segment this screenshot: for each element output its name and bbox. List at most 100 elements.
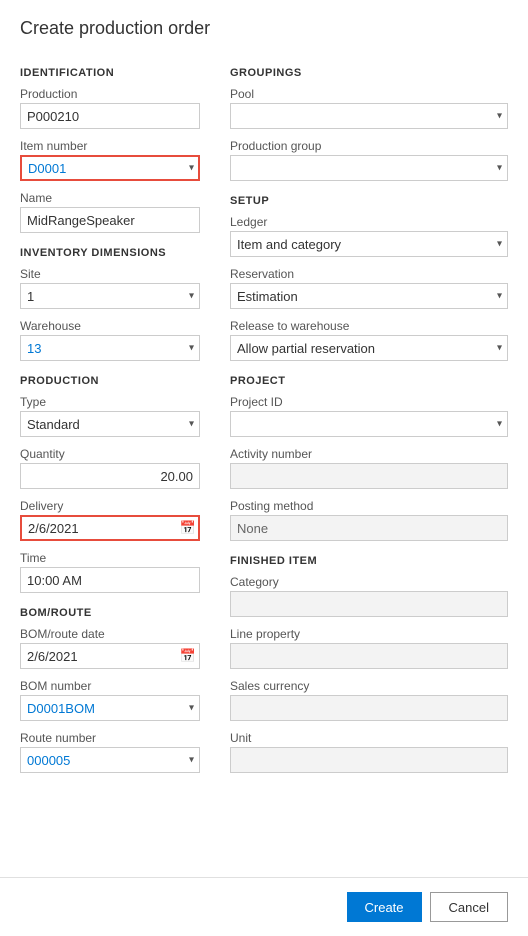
warehouse-select[interactable]: 13 bbox=[20, 335, 200, 361]
reservation-select-wrapper: Estimation ▾ bbox=[230, 283, 508, 309]
type-field: Type Standard ▾ bbox=[20, 395, 200, 437]
activity-number-field: Activity number bbox=[230, 447, 508, 489]
pool-field: Pool ▾ bbox=[230, 87, 508, 129]
release-to-warehouse-select[interactable]: Allow partial reservation bbox=[230, 335, 508, 361]
ledger-select-wrapper: Item and category ▾ bbox=[230, 231, 508, 257]
dialog-footer: Create Cancel bbox=[0, 877, 528, 936]
route-number-label: Route number bbox=[20, 731, 200, 745]
pool-select-wrapper: ▾ bbox=[230, 103, 508, 129]
production-field: Production bbox=[20, 87, 200, 129]
release-to-warehouse-label: Release to warehouse bbox=[230, 319, 508, 333]
site-select[interactable]: 1 bbox=[20, 283, 200, 309]
bom-number-select-wrapper: D0001BOM ▾ bbox=[20, 695, 200, 721]
reservation-label: Reservation bbox=[230, 267, 508, 281]
production-group-select[interactable] bbox=[230, 155, 508, 181]
category-input bbox=[230, 591, 508, 617]
identification-header: IDENTIFICATION bbox=[20, 67, 200, 79]
time-label: Time bbox=[20, 551, 200, 565]
name-label: Name bbox=[20, 191, 200, 205]
type-label: Type bbox=[20, 395, 200, 409]
sales-currency-field: Sales currency bbox=[230, 679, 508, 721]
unit-field: Unit bbox=[230, 731, 508, 773]
route-number-select-wrapper: 000005 ▾ bbox=[20, 747, 200, 773]
time-field: Time bbox=[20, 551, 200, 593]
site-select-wrapper: 1 ▾ bbox=[20, 283, 200, 309]
bom-route-date-label: BOM/route date bbox=[20, 627, 200, 641]
quantity-label: Quantity bbox=[20, 447, 200, 461]
release-to-warehouse-select-wrapper: Allow partial reservation ▾ bbox=[230, 335, 508, 361]
release-to-warehouse-field: Release to warehouse Allow partial reser… bbox=[230, 319, 508, 361]
item-number-select[interactable]: D0001 bbox=[20, 155, 200, 181]
warehouse-field: Warehouse 13 ▾ bbox=[20, 319, 200, 361]
setup-header: SETUP bbox=[230, 195, 508, 207]
bom-route-date-input[interactable] bbox=[20, 643, 200, 669]
posting-method-label: Posting method bbox=[230, 499, 508, 513]
reservation-select[interactable]: Estimation bbox=[230, 283, 508, 309]
quantity-field: Quantity bbox=[20, 447, 200, 489]
project-id-select[interactable] bbox=[230, 411, 508, 437]
create-button[interactable]: Create bbox=[347, 892, 422, 922]
ledger-select[interactable]: Item and category bbox=[230, 231, 508, 257]
site-field: Site 1 ▾ bbox=[20, 267, 200, 309]
left-column: IDENTIFICATION Production Item number D0… bbox=[20, 57, 220, 783]
bom-number-label: BOM number bbox=[20, 679, 200, 693]
delivery-input-wrapper: 📅 bbox=[20, 515, 200, 541]
item-number-select-wrapper: D0001 ▾ bbox=[20, 155, 200, 181]
page-title: Create production order bbox=[20, 18, 508, 39]
production-input[interactable] bbox=[20, 103, 200, 129]
unit-label: Unit bbox=[230, 731, 508, 745]
activity-number-label: Activity number bbox=[230, 447, 508, 461]
production-group-field: Production group ▾ bbox=[230, 139, 508, 181]
project-id-field: Project ID ▾ bbox=[230, 395, 508, 437]
line-property-label: Line property bbox=[230, 627, 508, 641]
time-input[interactable] bbox=[20, 567, 200, 593]
type-select[interactable]: Standard bbox=[20, 411, 200, 437]
sales-currency-input bbox=[230, 695, 508, 721]
bom-route-header: BOM/ROUTE bbox=[20, 607, 200, 619]
right-column: GROUPINGS Pool ▾ Production group ▾ bbox=[220, 57, 508, 783]
delivery-field: Delivery 📅 bbox=[20, 499, 200, 541]
production-header: PRODUCTION bbox=[20, 375, 200, 387]
form-body: IDENTIFICATION Production Item number D0… bbox=[20, 57, 508, 783]
quantity-input[interactable] bbox=[20, 463, 200, 489]
project-header: PROJECT bbox=[230, 375, 508, 387]
name-input[interactable] bbox=[20, 207, 200, 233]
line-property-field: Line property bbox=[230, 627, 508, 669]
groupings-header: GROUPINGS bbox=[230, 67, 508, 79]
ledger-field: Ledger Item and category ▾ bbox=[230, 215, 508, 257]
delivery-input[interactable] bbox=[20, 515, 200, 541]
finished-item-header: FINISHED ITEM bbox=[230, 555, 508, 567]
posting-method-input bbox=[230, 515, 508, 541]
sales-currency-label: Sales currency bbox=[230, 679, 508, 693]
warehouse-select-wrapper: 13 ▾ bbox=[20, 335, 200, 361]
create-production-order-dialog: Create production order IDENTIFICATION P… bbox=[0, 0, 528, 863]
name-field: Name bbox=[20, 191, 200, 233]
production-group-label: Production group bbox=[230, 139, 508, 153]
bom-route-date-calendar-icon[interactable]: 📅 bbox=[180, 648, 196, 664]
project-id-label: Project ID bbox=[230, 395, 508, 409]
pool-label: Pool bbox=[230, 87, 508, 101]
bom-route-date-field: BOM/route date 📅 bbox=[20, 627, 200, 669]
route-number-select[interactable]: 000005 bbox=[20, 747, 200, 773]
unit-input bbox=[230, 747, 508, 773]
bom-number-select[interactable]: D0001BOM bbox=[20, 695, 200, 721]
inventory-dimensions-header: INVENTORY DIMENSIONS bbox=[20, 247, 200, 259]
warehouse-label: Warehouse bbox=[20, 319, 200, 333]
project-id-select-wrapper: ▾ bbox=[230, 411, 508, 437]
category-label: Category bbox=[230, 575, 508, 589]
pool-select[interactable] bbox=[230, 103, 508, 129]
posting-method-field: Posting method bbox=[230, 499, 508, 541]
site-label: Site bbox=[20, 267, 200, 281]
line-property-input bbox=[230, 643, 508, 669]
type-select-wrapper: Standard ▾ bbox=[20, 411, 200, 437]
delivery-calendar-icon[interactable]: 📅 bbox=[180, 520, 196, 536]
reservation-field: Reservation Estimation ▾ bbox=[230, 267, 508, 309]
cancel-button[interactable]: Cancel bbox=[430, 892, 508, 922]
bom-number-field: BOM number D0001BOM ▾ bbox=[20, 679, 200, 721]
item-number-label: Item number bbox=[20, 139, 200, 153]
category-field: Category bbox=[230, 575, 508, 617]
route-number-field: Route number 000005 ▾ bbox=[20, 731, 200, 773]
item-number-field: Item number D0001 ▾ bbox=[20, 139, 200, 181]
activity-number-input bbox=[230, 463, 508, 489]
production-group-select-wrapper: ▾ bbox=[230, 155, 508, 181]
